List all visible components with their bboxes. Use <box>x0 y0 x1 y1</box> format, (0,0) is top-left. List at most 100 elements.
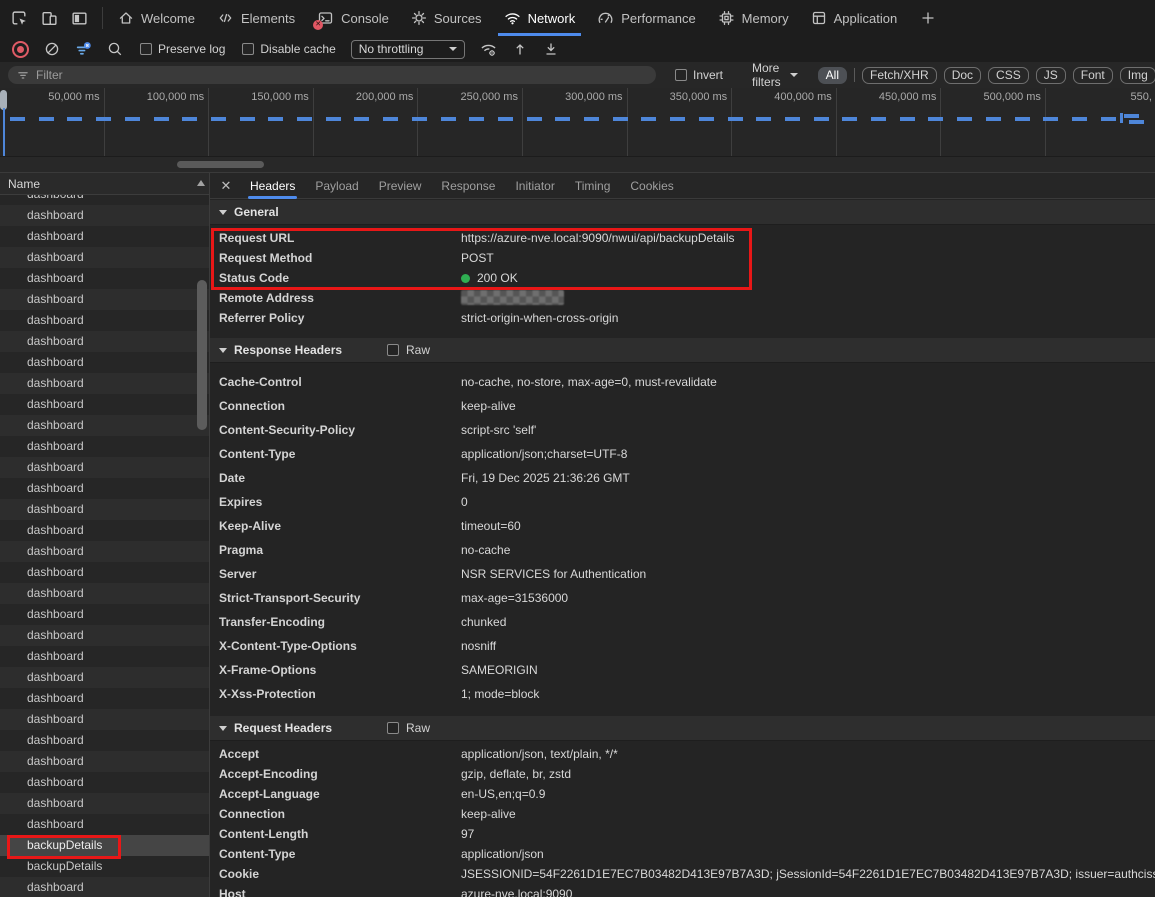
close-details-icon[interactable]: ✕ <box>212 173 240 199</box>
detail-tab-cookies[interactable]: Cookies <box>620 173 683 199</box>
disable-cache-toggle[interactable]: Disable cache <box>242 42 335 56</box>
request-headers-section-header[interactable]: Request Headers Raw <box>210 716 1155 741</box>
preserve-log-checkbox[interactable] <box>140 43 152 55</box>
request-list-item[interactable]: dashboard <box>0 499 209 520</box>
request-list-item[interactable]: dashboard <box>0 457 209 478</box>
request-list-item[interactable]: dashboard <box>0 268 209 289</box>
request-list-item[interactable]: dashboard <box>0 226 209 247</box>
detail-tab-preview[interactable]: Preview <box>369 173 432 199</box>
export-har-icon[interactable] <box>543 41 559 57</box>
request-list-item[interactable]: dashboard <box>0 688 209 709</box>
network-conditions-icon[interactable] <box>480 41 497 58</box>
request-list-item[interactable]: dashboard <box>0 436 209 457</box>
filter-chip-js[interactable]: JS <box>1036 67 1066 84</box>
network-content: Name dashboarddashboarddashboarddashboar… <box>0 173 1155 897</box>
device-toolbar-icon[interactable] <box>34 4 64 32</box>
tab-sources[interactable]: Sources <box>400 0 493 36</box>
response-headers-section-header[interactable]: Response Headers Raw <box>210 338 1155 363</box>
tab-performance[interactable]: Performance <box>586 0 706 36</box>
clear-network-log-icon[interactable] <box>44 41 60 57</box>
request-list-item[interactable]: dashboard <box>0 247 209 268</box>
request-list-item[interactable]: dashboard <box>0 415 209 436</box>
request-list-item[interactable]: dashboard <box>0 751 209 772</box>
general-section-header[interactable]: General <box>210 200 1155 225</box>
request-list-item[interactable]: dashboard <box>0 541 209 562</box>
header-row: Referrer Policystrict-origin-when-cross-… <box>210 308 1155 328</box>
request-header-rows: Acceptapplication/json, text/plain, */*A… <box>210 741 1155 897</box>
request-raw-checkbox[interactable] <box>387 722 399 734</box>
filter-chip-img[interactable]: Img <box>1120 67 1155 84</box>
more-filters-button[interactable]: More filters <box>752 61 798 89</box>
filter-chip-fetch-xhr[interactable]: Fetch/XHR <box>862 67 937 84</box>
more-tools-button[interactable] <box>908 0 948 36</box>
request-list-item[interactable]: dashboard <box>0 709 209 730</box>
tab-network[interactable]: Network <box>493 0 587 36</box>
filter-chip-css[interactable]: CSS <box>988 67 1029 84</box>
request-list-item[interactable]: dashboard <box>0 583 209 604</box>
request-list-item[interactable]: backupDetails <box>0 856 209 877</box>
detail-tab-headers[interactable]: Headers <box>240 173 305 199</box>
timeline-scrollbar-thumb[interactable] <box>177 161 264 168</box>
tab-application[interactable]: Application <box>800 0 909 36</box>
scroll-up-arrow-icon[interactable] <box>197 180 205 186</box>
tab-elements[interactable]: Elements <box>206 0 306 36</box>
response-raw-checkbox[interactable] <box>387 344 399 356</box>
detail-tab-initiator[interactable]: Initiator <box>505 173 564 199</box>
request-name: dashboard <box>27 313 84 327</box>
sidebar-scrollbar-thumb[interactable] <box>197 280 207 430</box>
disable-cache-checkbox[interactable] <box>242 43 254 55</box>
request-list-item[interactable]: dashboard <box>0 562 209 583</box>
request-list-item[interactable]: dashboard <box>0 331 209 352</box>
request-list-item[interactable]: dashboard <box>0 814 209 835</box>
request-list-item[interactable]: dashboard <box>0 604 209 625</box>
request-list-item[interactable]: dashboard <box>0 520 209 541</box>
request-list-item[interactable]: dashboard <box>0 352 209 373</box>
invert-checkbox[interactable] <box>675 69 687 81</box>
tab-label: Network <box>528 11 576 26</box>
request-list-item[interactable]: dashboard <box>0 310 209 331</box>
import-har-icon[interactable] <box>512 41 528 57</box>
request-list-item[interactable]: dashboard <box>0 625 209 646</box>
network-overview-timeline[interactable]: 50,000 ms100,000 ms150,000 ms200,000 ms2… <box>0 88 1155 173</box>
request-name: dashboard <box>27 502 84 516</box>
filter-chip-doc[interactable]: Doc <box>944 67 981 84</box>
invert-toggle[interactable]: Invert <box>675 68 723 82</box>
detail-tab-response[interactable]: Response <box>431 173 505 199</box>
request-list-item[interactable]: dashboard <box>0 373 209 394</box>
request-list-item[interactable]: dashboard <box>0 646 209 667</box>
request-list-item[interactable]: dashboard <box>0 730 209 751</box>
request-list-item[interactable]: dashboard <box>0 667 209 688</box>
request-list-item[interactable]: dashboard <box>0 394 209 415</box>
dock-side-icon[interactable] <box>64 4 94 32</box>
header-name: Strict-Transport-Security <box>219 586 461 610</box>
filter-chip-font[interactable]: Font <box>1073 67 1113 84</box>
request-list-item[interactable]: dashboard <box>0 877 209 897</box>
response-raw-toggle[interactable]: Raw <box>387 343 430 357</box>
header-name: Keep-Alive <box>219 514 461 538</box>
timeline-column: 450,000 ms <box>837 88 942 157</box>
record-network-log-button[interactable] <box>12 41 29 58</box>
request-name: dashboard <box>27 439 84 453</box>
filter-toggle-icon[interactable] <box>75 41 92 58</box>
request-raw-toggle[interactable]: Raw <box>387 721 430 735</box>
request-list-item[interactable]: backupDetails <box>0 835 209 856</box>
request-list-item[interactable]: dashboard <box>0 478 209 499</box>
request-list-item[interactable]: dashboard <box>0 772 209 793</box>
detail-tab-payload[interactable]: Payload <box>305 173 368 199</box>
request-list-item[interactable]: dashboard <box>0 793 209 814</box>
tab-welcome[interactable]: Welcome <box>107 0 206 36</box>
request-list-name-header[interactable]: Name <box>0 173 209 195</box>
request-list-item[interactable]: dashboard <box>0 289 209 310</box>
inspect-element-icon[interactable] <box>4 4 34 32</box>
timeline-left-handle[interactable] <box>0 90 7 110</box>
request-list-item[interactable]: dashboard <box>0 205 209 226</box>
search-icon[interactable] <box>107 41 123 57</box>
filter-chip-all[interactable]: All <box>818 67 847 84</box>
detail-tab-timing[interactable]: Timing <box>565 173 621 199</box>
throttling-select[interactable]: No throttling <box>351 40 466 59</box>
header-value: 200 OK <box>461 268 518 288</box>
filter-input[interactable]: Filter <box>8 66 656 84</box>
tab-memory[interactable]: Memory <box>707 0 800 36</box>
tab-console[interactable]: ✕Console <box>306 0 400 36</box>
preserve-log-toggle[interactable]: Preserve log <box>140 42 225 56</box>
